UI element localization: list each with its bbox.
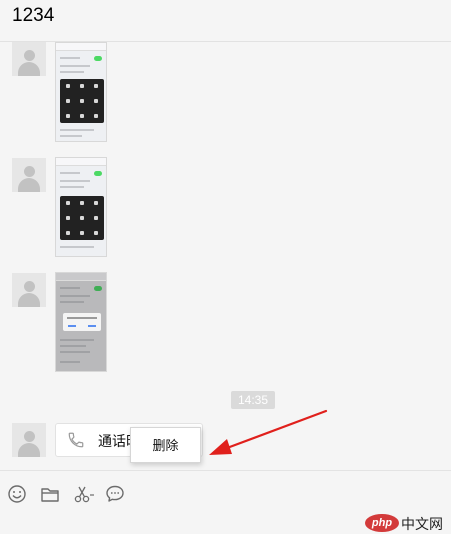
image-message-3[interactable]	[55, 272, 107, 372]
image-message-2[interactable]	[55, 157, 107, 257]
chat-header: 1234	[0, 0, 451, 42]
scissors-icon[interactable]	[72, 483, 96, 505]
watermark-logo: php	[365, 514, 399, 532]
context-menu: 删除	[130, 427, 201, 463]
image-message-1[interactable]	[55, 42, 107, 142]
emoji-icon[interactable]	[6, 483, 28, 505]
avatar[interactable]	[12, 423, 46, 457]
chat-bubble-icon[interactable]	[104, 483, 126, 505]
folder-icon[interactable]	[39, 483, 61, 505]
delete-menu-item[interactable]: 删除	[131, 428, 200, 462]
watermark-text: 中文网	[401, 516, 443, 532]
avatar[interactable]	[12, 273, 46, 307]
phone-icon	[68, 432, 84, 448]
annotation-arrow-icon	[209, 409, 328, 455]
chat-title: 1234	[12, 5, 55, 26]
avatar[interactable]	[12, 158, 46, 192]
avatar[interactable]	[12, 42, 46, 76]
watermark: php 中文网	[365, 512, 451, 534]
